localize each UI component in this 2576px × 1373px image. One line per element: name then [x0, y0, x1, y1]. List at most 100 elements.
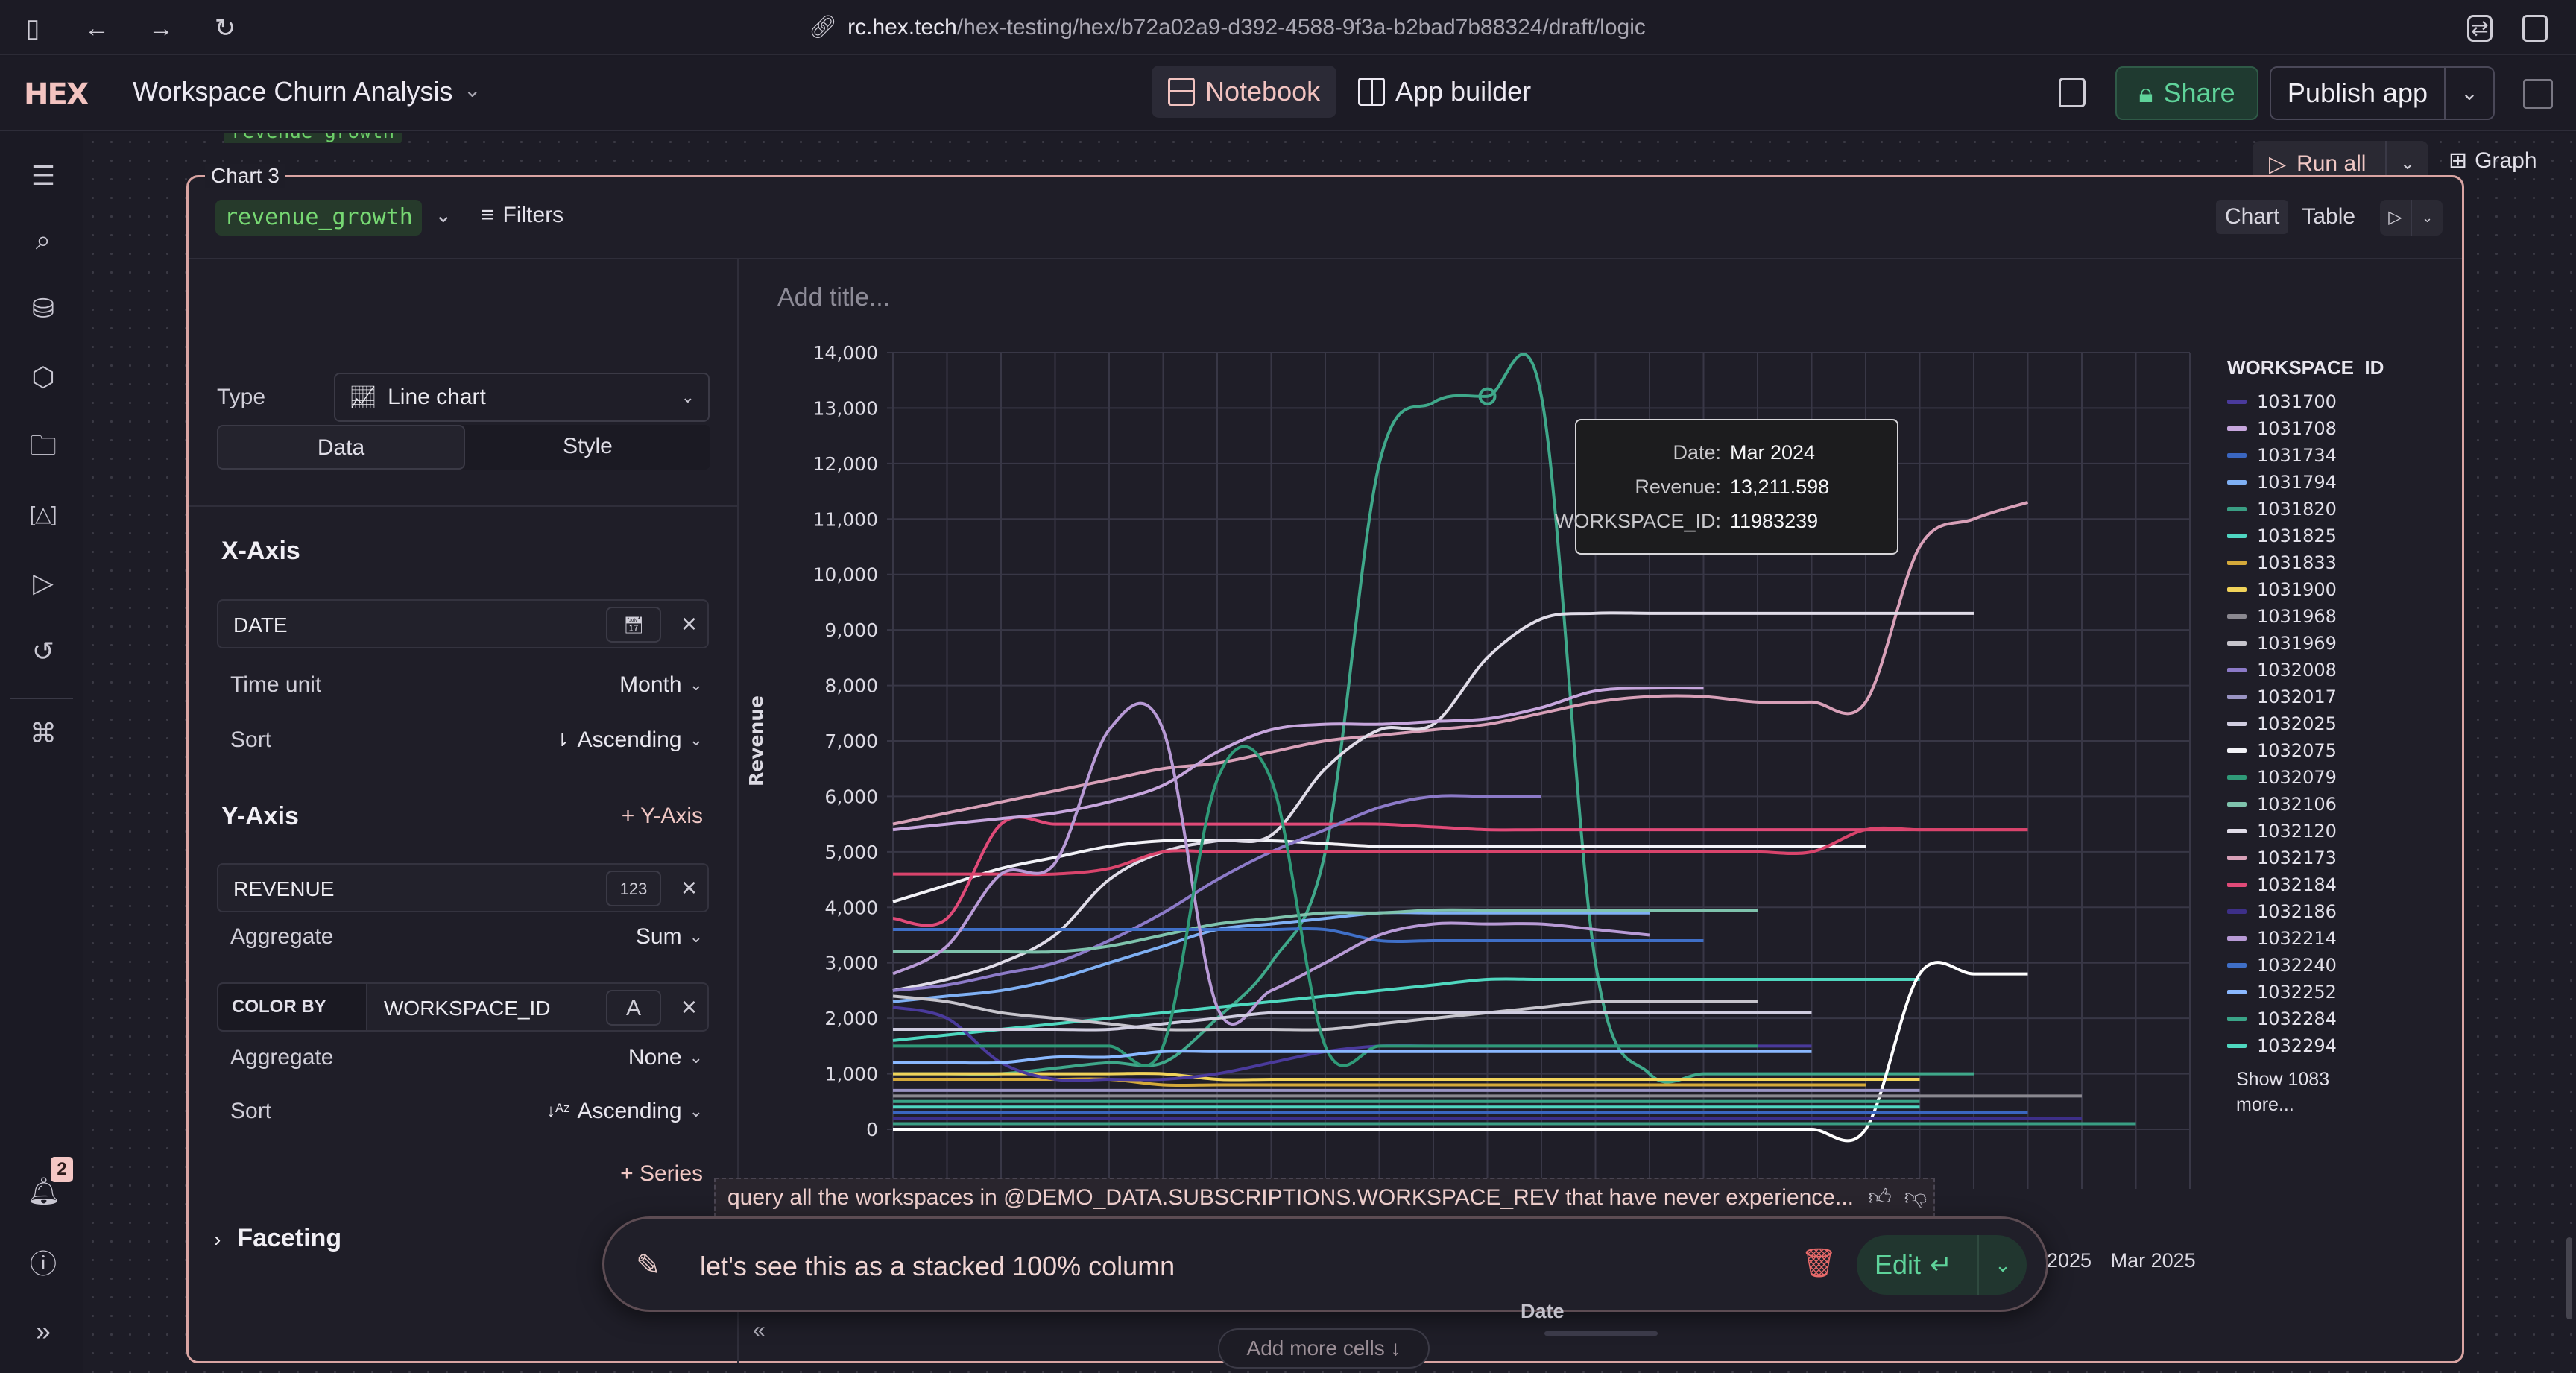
color-by-field[interactable]: COLOR BY WORKSPACE_ID A × [217, 982, 709, 1032]
tab-data[interactable]: Data [217, 425, 465, 470]
files-icon[interactable]: 🗀 [27, 429, 60, 462]
legend-item[interactable]: 1032106 [2227, 791, 2421, 818]
chevron-down-icon[interactable]: ⌄ [464, 78, 481, 102]
legend-item[interactable]: 1031833 [2227, 549, 2421, 576]
legend-item[interactable]: 1031825 [2227, 523, 2421, 549]
y-aggregate-select[interactable]: Sum ⌄ [636, 924, 703, 950]
split-view-icon[interactable] [2522, 15, 2548, 42]
remove-color-field-icon[interactable]: × [681, 993, 697, 1021]
cell-label[interactable]: Chart 3 [205, 164, 285, 188]
legend-item[interactable]: 1032294 [2227, 1032, 2421, 1059]
legend-show-more-link[interactable]: Show 1083 more... [2227, 1067, 2339, 1117]
dataset-selector[interactable]: revenue_growth [215, 200, 422, 236]
add-series-button[interactable]: + Series [620, 1161, 703, 1187]
legend-item[interactable]: 1032252 [2227, 979, 2421, 1006]
legend-label: 1032294 [2257, 1035, 2337, 1056]
hex-logo[interactable]: HEX [24, 78, 89, 112]
tab-app-builder[interactable]: App builder [1342, 66, 1547, 118]
color-sort-select[interactable]: ↓ᴬᶻ Ascending ⌄ [546, 1099, 703, 1124]
legend-label: 1032120 [2257, 821, 2337, 842]
legend-item[interactable]: 1031734 [2227, 442, 2421, 469]
project-title[interactable]: Workspace Churn Analysis [133, 76, 453, 107]
legend-item[interactable]: 1032186 [2227, 898, 2421, 925]
horizontal-scrollbar[interactable] [1544, 1331, 1658, 1336]
help-icon[interactable]: ⓘ [27, 1248, 60, 1281]
prompt-input[interactable] [700, 1246, 1654, 1287]
legend-label: 1031968 [2257, 606, 2337, 627]
series-line-1032294[interactable] [892, 977, 1920, 1042]
x-sort-select[interactable]: ⇂ Ascending ⌄ [555, 727, 703, 753]
legend-item[interactable]: 1032017 [2227, 684, 2421, 710]
tab-style[interactable]: Style [465, 425, 710, 470]
legend-item[interactable]: 1032025 [2227, 710, 2421, 737]
legend-item[interactable]: 1031968 [2227, 603, 2421, 630]
forward-icon[interactable]: → [146, 13, 176, 43]
edit-options-chevron-icon[interactable]: ⌄ [1977, 1235, 2027, 1295]
run-all-button[interactable]: ▷ Run all [2253, 151, 2385, 177]
expand-rail-icon[interactable]: » [27, 1315, 60, 1348]
outline-icon[interactable]: ☰ [27, 160, 60, 192]
legend-item[interactable]: 1032240 [2227, 952, 2421, 979]
legend-item[interactable]: 1031900 [2227, 576, 2421, 603]
legend-label: 1031820 [2257, 499, 2337, 520]
x-axis-field[interactable]: DATE 📅︎ × [217, 599, 709, 648]
legend-swatch [2227, 1017, 2247, 1021]
version-history-icon[interactable] [2523, 79, 2553, 109]
thumbs-down-icon[interactable]: 👎︎ [1898, 1179, 1933, 1216]
legend-item[interactable]: 1031794 [2227, 469, 2421, 496]
legend-item[interactable]: 1031708 [2227, 415, 2421, 442]
tab-table[interactable]: Table [2293, 200, 2364, 234]
legend-item[interactable]: 1032120 [2227, 818, 2421, 845]
command-icon[interactable]: ⌘ [27, 717, 60, 750]
thumbs-up-icon[interactable]: 👍︎ [1862, 1179, 1898, 1216]
sidebar-toggle-icon[interactable]: ▯ [18, 13, 48, 43]
vertical-scrollbar[interactable] [2566, 1237, 2572, 1319]
collapse-config-panel-icon[interactable]: « [753, 1318, 765, 1343]
tab-chart[interactable]: Chart [2216, 200, 2289, 234]
run-cell-icon[interactable]: ▷ [2380, 200, 2411, 236]
extensions-icon[interactable]: ⇄ [2467, 15, 2493, 42]
legend-item[interactable]: 1032008 [2227, 657, 2421, 684]
comment-icon[interactable] [2059, 78, 2086, 107]
add-more-cells-button[interactable]: Add more cells ↓ [1218, 1328, 1430, 1369]
components-icon[interactable]: ⬡ [27, 361, 60, 394]
filters-button[interactable]: ≡ Filters [481, 203, 564, 228]
legend-item[interactable]: 1032075 [2227, 737, 2421, 764]
tab-notebook[interactable]: Notebook [1152, 66, 1337, 118]
run-cell-options-chevron-icon[interactable]: ⌄ [2411, 200, 2443, 236]
series-line-1031708[interactable] [892, 686, 1704, 832]
variables-icon[interactable]: [△] [27, 498, 60, 531]
search-icon[interactable]: ⌕ [27, 224, 60, 256]
prompt-history-item[interactable]: query all the workspaces in @DEMO_DATA.S… [714, 1178, 1935, 1218]
publish-options-chevron-icon[interactable]: ⌄ [2444, 68, 2493, 119]
faceting-toggle[interactable]: › Faceting [214, 1224, 341, 1253]
trash-icon[interactable]: 🗑︎ [1801, 1247, 1837, 1280]
graph-button[interactable]: ⊞ Graph [2449, 148, 2537, 174]
legend-item[interactable]: 1031969 [2227, 630, 2421, 657]
y-axis-field[interactable]: REVENUE 123 × [217, 863, 709, 912]
publish-app-button[interactable]: Publish app ⌄ [2270, 66, 2495, 120]
remove-x-field-icon[interactable]: × [681, 610, 697, 638]
legend-item[interactable]: 1032079 [2227, 764, 2421, 791]
legend-item[interactable]: 1032184 [2227, 871, 2421, 898]
data-sources-icon[interactable]: ⛁ [27, 292, 60, 325]
legend-item[interactable]: 1032284 [2227, 1006, 2421, 1032]
share-button[interactable]: 🔒︎ Share [2115, 66, 2258, 120]
history-icon[interactable]: ↺ [27, 635, 60, 668]
address-bar[interactable]: 🔗︎ rc.hex.tech/hex-testing/hex/b72a02a9-d… [809, 12, 1646, 43]
chevron-down-icon[interactable]: ⌄ [435, 203, 452, 227]
add-y-axis-button[interactable]: + Y-Axis [622, 804, 703, 829]
color-aggregate-select[interactable]: None ⌄ [628, 1045, 703, 1070]
color-sort-label: Sort [230, 1099, 272, 1123]
legend-item[interactable]: 1031700 [2227, 388, 2421, 415]
legend-item[interactable]: 1031820 [2227, 496, 2421, 523]
chart-type-select[interactable]: 📈︎ Line chart ⌄ [334, 373, 710, 422]
time-unit-select[interactable]: Month ⌄ [619, 672, 703, 698]
edit-submit-button[interactable]: Edit ↵ [1857, 1249, 1977, 1281]
legend-item[interactable]: 1032173 [2227, 845, 2421, 871]
scheduled-runs-icon[interactable]: ▷ [27, 566, 60, 599]
reload-icon[interactable]: ↻ [210, 13, 240, 43]
remove-y-field-icon[interactable]: × [681, 874, 697, 902]
back-icon[interactable]: ← [82, 13, 112, 43]
legend-item[interactable]: 1032214 [2227, 925, 2421, 952]
